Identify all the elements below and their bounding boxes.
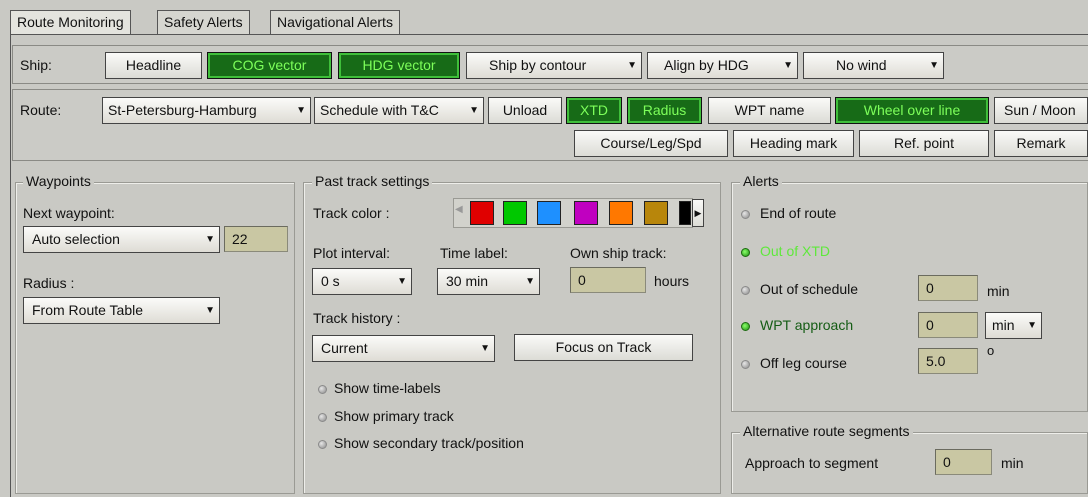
track-history-dropdown[interactable]: Current ▼: [312, 335, 495, 362]
chevron-down-icon: ▼: [480, 343, 490, 354]
color-swatch-black[interactable]: [679, 201, 691, 225]
wpt-name-button[interactable]: WPT name: [708, 97, 831, 124]
wpt-approach-unit-value: min: [992, 317, 1015, 333]
color-swatch-blue[interactable]: [537, 201, 561, 225]
show-primary-track-option[interactable]: Show primary track: [334, 408, 454, 424]
approach-to-segment-unit: min: [1001, 455, 1024, 471]
chevron-down-icon: ▼: [205, 305, 215, 316]
headline-button[interactable]: Headline: [105, 52, 202, 79]
next-waypoint-value: Auto selection: [32, 231, 120, 247]
color-swatch-orange[interactable]: [609, 201, 633, 225]
time-label-label: Time label:: [440, 245, 508, 261]
radius-dropdown[interactable]: From Route Table ▼: [23, 297, 220, 324]
hdg-vector-button[interactable]: HDG vector: [338, 52, 460, 79]
wind-value: No wind: [836, 57, 887, 73]
alerts-title: Alerts: [740, 173, 782, 189]
alt-route-segments-title: Alternative route segments: [740, 423, 913, 439]
chevron-down-icon: ▼: [627, 60, 637, 71]
off-leg-course-field[interactable]: 5.0: [918, 348, 978, 374]
color-swatch-olive[interactable]: [644, 201, 668, 225]
scroll-right-icon[interactable]: ▶: [692, 199, 704, 227]
schedule-value: Schedule with T&C: [320, 102, 439, 118]
heading-mark-button[interactable]: Heading mark: [733, 130, 854, 157]
sun-moon-button[interactable]: Sun / Moon: [994, 97, 1088, 124]
chevron-down-icon: ▼: [525, 276, 535, 287]
track-history-label: Track history :: [313, 310, 401, 326]
schedule-dropdown[interactable]: Schedule with T&C ▼: [314, 97, 484, 124]
chevron-down-icon: ▼: [205, 234, 215, 245]
plot-interval-label: Plot interval:: [313, 245, 391, 261]
radio-icon[interactable]: [741, 360, 750, 369]
degree-unit: o: [987, 343, 995, 358]
unload-button[interactable]: Unload: [488, 97, 562, 124]
own-ship-track-label: Own ship track:: [570, 245, 667, 261]
plot-interval-value: 0 s: [321, 273, 340, 289]
out-of-xtd-option[interactable]: Out of XTD: [760, 243, 830, 259]
end-of-route-option[interactable]: End of route: [760, 205, 836, 221]
chevron-down-icon: ▼: [397, 276, 407, 287]
chevron-down-icon: ▼: [783, 60, 793, 71]
approach-to-segment-field[interactable]: 0: [935, 449, 992, 475]
route-label: Route:: [20, 102, 62, 118]
track-color-label: Track color :: [313, 205, 390, 221]
approach-to-segment-label: Approach to segment: [745, 455, 879, 471]
ship-label: Ship:: [20, 57, 52, 73]
tab-route-monitoring[interactable]: Route Monitoring: [10, 10, 131, 36]
color-swatch-green[interactable]: [503, 201, 527, 225]
route-select-dropdown[interactable]: St-Petersburg-Hamburg ▼: [102, 97, 311, 124]
radio-icon[interactable]: [741, 210, 750, 219]
ref-point-button[interactable]: Ref. point: [859, 130, 989, 157]
radio-icon[interactable]: [741, 322, 750, 331]
own-ship-track-field[interactable]: 0: [570, 267, 646, 293]
chevron-down-icon: ▼: [469, 105, 479, 116]
time-label-value: 30 min: [446, 273, 489, 289]
off-leg-course-option[interactable]: Off leg course: [760, 355, 847, 371]
course-leg-spd-button[interactable]: Course/Leg/Spd: [574, 130, 728, 157]
radius-button[interactable]: Radius: [627, 97, 702, 124]
radio-icon[interactable]: [318, 385, 327, 394]
scroll-left-icon[interactable]: ◀: [455, 204, 463, 215]
show-time-labels-option[interactable]: Show time-labels: [334, 380, 441, 396]
own-ship-track-unit: hours: [654, 273, 690, 289]
tab-navigational-alerts[interactable]: Navigational Alerts: [270, 10, 400, 34]
radio-icon[interactable]: [741, 286, 750, 295]
chevron-down-icon: ▼: [929, 60, 939, 71]
wpt-approach-field[interactable]: 0: [918, 312, 978, 338]
next-waypoint-number-field[interactable]: 22: [224, 226, 288, 252]
cog-vector-button[interactable]: COG vector: [207, 52, 332, 79]
radius-label: Radius :: [23, 275, 75, 291]
show-secondary-track-option[interactable]: Show secondary track/position: [334, 435, 524, 451]
out-of-schedule-unit: min: [987, 283, 1010, 299]
ship-display-value: Ship by contour: [489, 57, 587, 73]
focus-on-track-button[interactable]: Focus on Track: [514, 334, 693, 361]
wheel-over-line-button[interactable]: Wheel over line: [835, 97, 989, 124]
ship-display-dropdown[interactable]: Ship by contour ▼: [466, 52, 642, 79]
time-label-dropdown[interactable]: 30 min ▼: [437, 268, 540, 295]
align-value: Align by HDG: [664, 57, 749, 73]
out-of-schedule-option[interactable]: Out of schedule: [760, 281, 858, 297]
radio-icon[interactable]: [318, 413, 327, 422]
wpt-approach-unit-dropdown[interactable]: min ▼: [985, 312, 1042, 339]
next-waypoint-dropdown[interactable]: Auto selection ▼: [23, 226, 220, 253]
remark-button[interactable]: Remark: [994, 130, 1088, 157]
route-select-value: St-Petersburg-Hamburg: [108, 102, 257, 118]
wpt-approach-option[interactable]: WPT approach: [760, 317, 853, 333]
track-history-value: Current: [321, 340, 368, 356]
xtd-button[interactable]: XTD: [566, 97, 622, 124]
wind-dropdown[interactable]: No wind ▼: [803, 52, 944, 79]
radius-value: From Route Table: [32, 302, 144, 318]
next-waypoint-label: Next waypoint:: [23, 205, 115, 221]
past-track-title: Past track settings: [312, 173, 433, 189]
chevron-down-icon: ▼: [1027, 320, 1037, 331]
align-dropdown[interactable]: Align by HDG ▼: [647, 52, 798, 79]
chevron-down-icon: ▼: [296, 105, 306, 116]
waypoints-title: Waypoints: [23, 173, 94, 189]
tab-safety-alerts[interactable]: Safety Alerts: [157, 10, 250, 34]
color-swatch-magenta[interactable]: [574, 201, 598, 225]
out-of-schedule-field[interactable]: 0: [918, 275, 978, 301]
radio-icon[interactable]: [318, 440, 327, 449]
color-swatch-red[interactable]: [470, 201, 494, 225]
radio-icon[interactable]: [741, 248, 750, 257]
plot-interval-dropdown[interactable]: 0 s ▼: [312, 268, 412, 295]
